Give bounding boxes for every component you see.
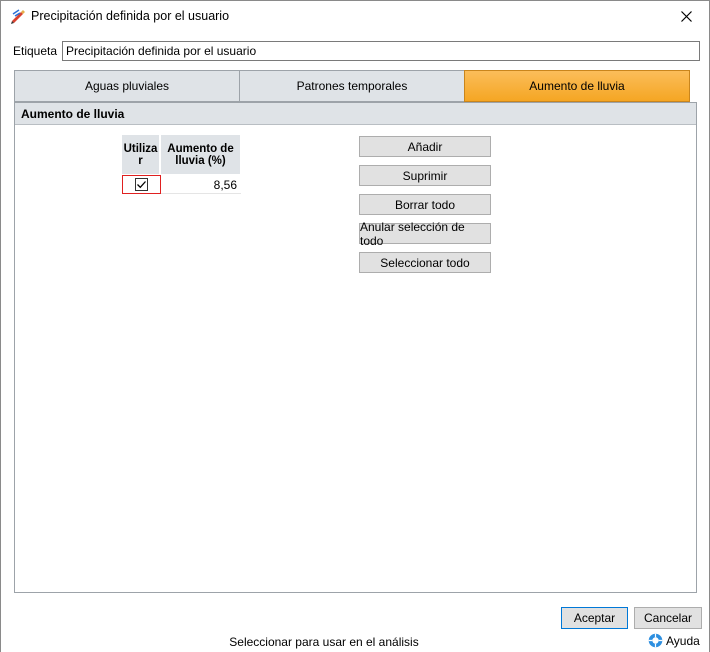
use-checkbox-cell[interactable]: [122, 175, 161, 194]
checkmark-icon: [137, 181, 146, 189]
add-button[interactable]: Añadir: [359, 136, 491, 157]
tab-patrones-temporales[interactable]: Patrones temporales: [239, 70, 465, 102]
use-checkbox[interactable]: [135, 178, 148, 191]
status-text: Seleccionar para usar en el análisis: [229, 635, 419, 649]
column-header-use[interactable]: Utiliza r: [122, 135, 160, 174]
help-label: Ayuda: [666, 633, 700, 648]
etiqueta-label: Etiqueta: [13, 44, 58, 58]
help-icon: [648, 633, 663, 648]
help-link[interactable]: Ayuda: [648, 633, 700, 648]
rain-edit-icon: [10, 9, 26, 25]
select-all-button[interactable]: Seleccionar todo: [359, 252, 491, 273]
dialog-window: Precipitación definida por el usuario Et…: [0, 0, 710, 652]
tab-aumento-de-lluvia[interactable]: Aumento de lluvia: [464, 70, 690, 102]
clear-all-button[interactable]: Borrar todo: [359, 194, 491, 215]
column-header-rain-increase[interactable]: Aumento de lluvia (%): [161, 135, 241, 174]
rain-increase-value-cell[interactable]: 8,56: [161, 175, 241, 194]
window-title: Precipitación definida por el usuario: [31, 9, 230, 23]
etiqueta-field[interactable]: Precipitación definida por el usuario: [62, 41, 700, 61]
title-bar: Precipitación definida por el usuario: [1, 1, 709, 32]
ok-button[interactable]: Aceptar: [561, 607, 628, 629]
cancel-button[interactable]: Cancelar: [634, 607, 702, 629]
tab-aguas-pluviales[interactable]: Aguas pluviales: [14, 70, 240, 102]
delete-button[interactable]: Suprimir: [359, 165, 491, 186]
close-icon: [680, 11, 692, 22]
deselect-all-button[interactable]: Anular selección de todo: [359, 220, 491, 248]
status-bar: Seleccionar para usar en el análisis Ayu…: [1, 632, 709, 652]
tab-panel: Aumento de lluvia Utiliza r Aumento de l…: [14, 102, 697, 593]
tab-strip: Aguas pluviales Patrones temporales Aume…: [14, 70, 697, 102]
close-button[interactable]: [663, 1, 709, 32]
section-title: Aumento de lluvia: [15, 103, 696, 125]
